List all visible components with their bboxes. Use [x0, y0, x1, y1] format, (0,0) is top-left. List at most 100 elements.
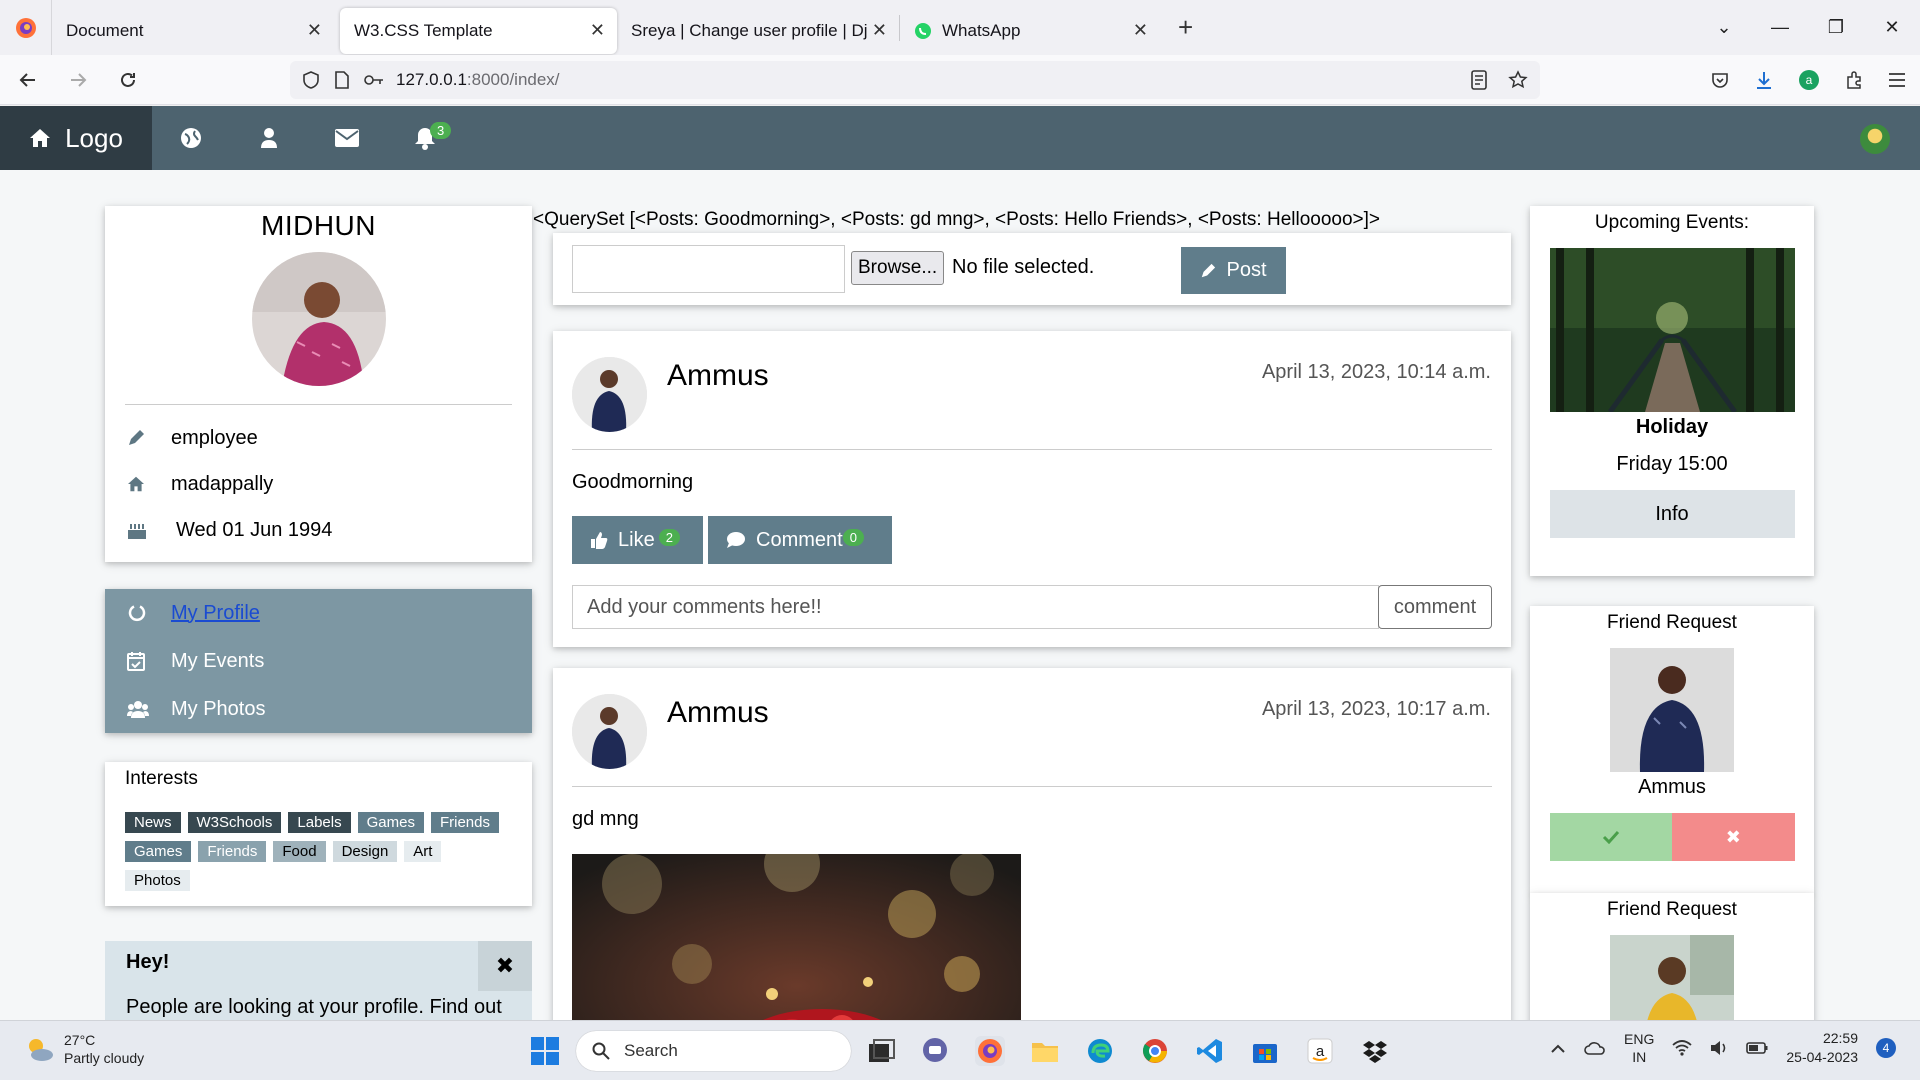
browse-file-button[interactable]: Browse... [851, 251, 945, 285]
account-icon[interactable]: a [1798, 69, 1820, 91]
comment-button[interactable]: Comment 0 [708, 516, 892, 564]
menu-item-my-events[interactable]: My Events [105, 637, 532, 685]
task-view-icon[interactable] [866, 1036, 896, 1066]
region-code: IN [1632, 1049, 1647, 1065]
search-placeholder: Search [624, 1041, 678, 1060]
svg-text:a: a [1316, 1043, 1325, 1060]
author-avatar [572, 694, 647, 769]
whatsapp-icon [914, 22, 932, 40]
circle-notch-icon [127, 603, 171, 623]
upcoming-events-card: Upcoming Events: Holiday Friday 15:00 In… [1530, 206, 1814, 576]
interest-tag[interactable]: Design [332, 841, 398, 862]
close-alert-icon[interactable]: ✖ [478, 941, 532, 991]
key-icon[interactable] [364, 73, 384, 87]
nav-news-link[interactable] [152, 106, 230, 170]
nav-account-link[interactable] [230, 106, 308, 170]
close-tab-icon[interactable]: ✕ [590, 20, 605, 41]
close-window-button[interactable]: ✕ [1864, 17, 1920, 38]
pencil-icon [127, 429, 171, 447]
interest-tag[interactable]: Friends [430, 812, 499, 833]
interests-card: Interests News W3Schools Labels Games Fr… [105, 762, 532, 906]
logo-text: Logo [65, 122, 123, 153]
nav-notifications-button[interactable]: 3 [386, 106, 464, 170]
tab-document[interactable]: Document ✕ [52, 8, 334, 54]
post-text-input[interactable] [572, 245, 845, 293]
tab-sreya-change-profile[interactable]: Sreya | Change user profile | Django ✕ [617, 8, 899, 54]
profile-place-row: madappally [105, 461, 532, 507]
friend-request-card: Friend Request Ammus ✖ [1530, 606, 1814, 894]
vscode-icon[interactable] [1195, 1036, 1225, 1066]
interest-tag[interactable]: News [125, 812, 181, 833]
back-button[interactable] [6, 70, 50, 90]
list-tabs-icon[interactable]: ⌄ [1696, 17, 1752, 38]
firefox-icon[interactable] [0, 0, 52, 55]
shield-icon[interactable] [302, 71, 320, 89]
reload-button[interactable] [106, 70, 150, 90]
user-avatar[interactable] [1860, 124, 1890, 154]
interest-tag[interactable]: Art [404, 841, 442, 862]
new-tab-button[interactable]: + [1178, 12, 1193, 43]
close-tab-icon[interactable]: ✕ [307, 20, 322, 41]
edge-icon[interactable] [1085, 1036, 1115, 1066]
tab-w3css-template[interactable]: W3.CSS Template ✕ [340, 7, 617, 54]
post-button[interactable]: Post [1181, 247, 1286, 294]
interest-tag[interactable]: Friends [198, 841, 267, 862]
tab-whatsapp[interactable]: WhatsApp ✕ [900, 8, 1160, 54]
menu-item-my-profile[interactable]: My Profile [105, 589, 532, 637]
interest-tag[interactable]: W3Schools [187, 812, 282, 833]
weather-temp: 27°C [64, 1032, 96, 1048]
forward-button[interactable] [56, 70, 100, 90]
event-info-button[interactable]: Info [1549, 490, 1795, 538]
my-profile-link[interactable]: My Profile [171, 602, 260, 625]
microsoft-store-icon[interactable] [1250, 1036, 1280, 1066]
close-tab-icon[interactable]: ✕ [872, 20, 887, 41]
teams-chat-icon[interactable] [920, 1036, 950, 1066]
interest-tag[interactable]: Games [125, 841, 192, 862]
taskbar-clock[interactable]: 22:59 25-04-2023 [1786, 1029, 1858, 1067]
comment-submit-button[interactable]: comment [1378, 585, 1492, 629]
extensions-icon[interactable] [1844, 70, 1864, 90]
post-divider [572, 786, 1492, 787]
restore-button[interactable]: ❐ [1808, 17, 1864, 38]
events-title: Upcoming Events: [1594, 212, 1750, 233]
menu-icon[interactable] [1888, 72, 1906, 88]
logo-link[interactable]: Logo [0, 106, 152, 170]
comment-input[interactable]: Add your comments here!! [572, 585, 1379, 629]
post-card: Ammus April 13, 2023, 10:14 a.m. Goodmor… [553, 331, 1511, 647]
like-button[interactable]: Like 2 [572, 516, 703, 564]
post-card: Ammus April 13, 2023, 10:17 a.m. gd mng [553, 668, 1511, 1020]
interest-tag[interactable]: Games [357, 812, 424, 833]
pocket-icon[interactable] [1710, 70, 1730, 90]
chevron-up-icon[interactable] [1550, 1043, 1566, 1053]
weather-widget[interactable]: 27°C Partly cloudy [24, 1031, 144, 1067]
menu-item-my-photos[interactable]: My Photos [105, 685, 532, 733]
chrome-icon[interactable] [1140, 1036, 1170, 1066]
close-tab-icon[interactable]: ✕ [1133, 20, 1148, 41]
url-text[interactable]: 127.0.0.1:8000/index/ [396, 70, 560, 90]
firefox-taskbar-icon[interactable] [975, 1036, 1005, 1066]
windows-start-icon[interactable] [530, 1036, 560, 1066]
decline-request-button[interactable]: ✖ [1672, 813, 1795, 861]
interest-tag[interactable]: Photos [125, 870, 190, 891]
volume-icon[interactable] [1710, 1040, 1728, 1056]
reader-view-icon[interactable] [1470, 70, 1488, 90]
bookmark-star-icon[interactable] [1508, 70, 1528, 90]
file-explorer-icon[interactable] [1030, 1036, 1060, 1066]
amazon-icon[interactable]: a [1305, 1036, 1335, 1066]
interest-tag[interactable]: Food [273, 841, 326, 862]
accept-request-button[interactable] [1549, 813, 1672, 861]
dropbox-icon[interactable] [1360, 1036, 1390, 1066]
taskbar-search-box[interactable]: Search [576, 1031, 851, 1071]
download-icon[interactable] [1754, 70, 1774, 90]
battery-icon[interactable] [1746, 1042, 1768, 1054]
address-bar[interactable]: 127.0.0.1:8000/index/ [290, 61, 1540, 99]
notification-count-badge[interactable]: 4 [1876, 1038, 1896, 1058]
event-time: Friday 15:00 [1616, 453, 1728, 475]
minimize-button[interactable]: — [1752, 17, 1808, 38]
onedrive-icon[interactable] [1584, 1041, 1606, 1055]
event-image [1549, 248, 1795, 412]
wifi-icon[interactable] [1672, 1040, 1692, 1056]
language-indicator[interactable]: ENG IN [1624, 1030, 1654, 1066]
interest-tag[interactable]: Labels [288, 812, 351, 833]
nav-messages-link[interactable] [308, 106, 386, 170]
